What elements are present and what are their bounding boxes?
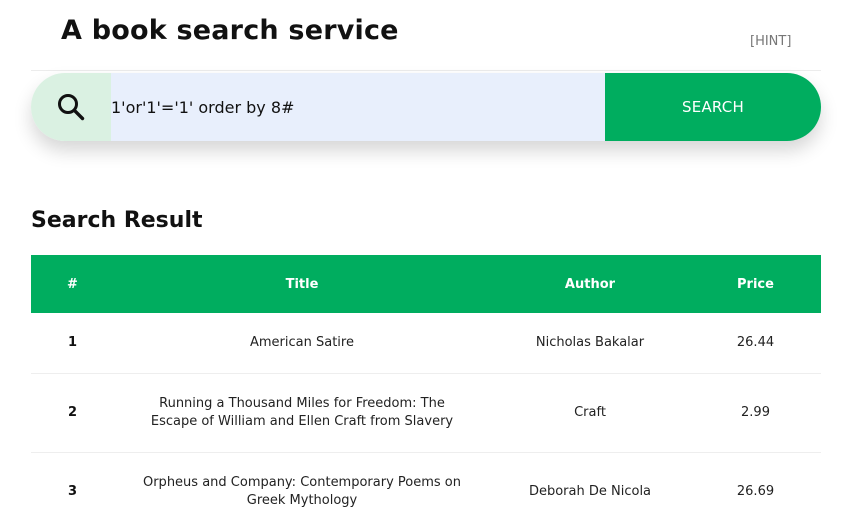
page: A book search service [HINT] SEARCH Sear… [0,0,857,522]
column-header-author: Author [564,276,616,292]
table-row: 2 Running a Thousand Miles for Freedom: … [31,373,821,453]
app-title: A book search service [61,15,399,46]
hint-link[interactable]: [HINT] [750,34,791,49]
column-header-price: Price [737,276,774,292]
book-price: 26.69 [690,452,821,522]
table-row: 3 Orpheus and Company: Contemporary Poem… [31,452,821,522]
book-author: Nicholas Bakalar [490,313,690,374]
book-price: 2.99 [690,373,821,453]
search-button[interactable]: SEARCH [605,73,821,141]
book-price: 26.44 [690,313,821,374]
book-title: Orpheus and Company: Contemporary Poems … [114,452,490,522]
book-title: American Satire [114,313,490,374]
result-table: # Title Author Price 1 American Satire N… [31,255,821,522]
row-number: 3 [31,452,114,522]
search-bar: SEARCH [31,73,821,141]
row-number: 2 [31,373,114,453]
search-icon-box[interactable] [31,73,111,141]
result-heading: Search Result [31,208,203,233]
table-header-row: # Title Author Price [31,255,821,313]
book-author: Deborah De Nicola [490,452,690,522]
header-divider [31,70,821,71]
search-icon [58,94,85,121]
column-header-title: Title [285,276,319,292]
column-header-number: # [67,276,78,292]
search-input[interactable] [111,73,605,141]
row-number: 1 [31,313,114,374]
book-author: Craft [490,373,690,453]
book-title: Running a Thousand Miles for Freedom: Th… [114,373,490,453]
table-row: 1 American Satire Nicholas Bakalar 26.44 [31,313,821,374]
